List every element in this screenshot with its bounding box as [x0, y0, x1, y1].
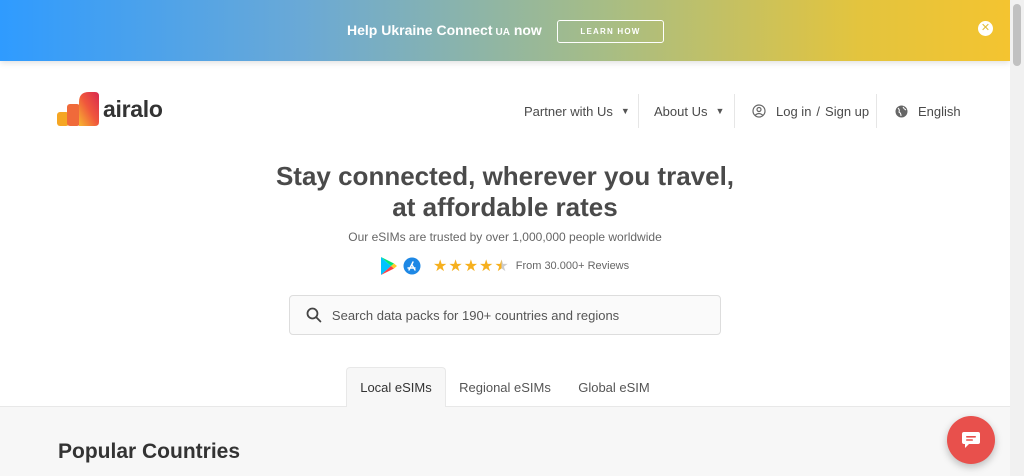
- chevron-down-icon: ▼: [620, 106, 630, 116]
- nav-about-label: About Us: [654, 103, 708, 119]
- learn-how-button[interactable]: LEARN HOW: [557, 20, 664, 43]
- reviews-count: From 30.000+ Reviews: [515, 260, 630, 272]
- close-icon[interactable]: ✕: [978, 21, 993, 36]
- star-icon: ★: [479, 258, 494, 275]
- chevron-down-icon: ▼: [715, 106, 725, 116]
- banner-ua-tag: UA: [495, 27, 510, 38]
- user-icon: [752, 104, 766, 118]
- tab-regional-esims[interactable]: Regional eSIMs: [454, 367, 556, 407]
- nav-login-signup[interactable]: Log in / Sign up: [752, 94, 869, 128]
- rating-row: ★ ★ ★ ★ ★ From 30.000+ Reviews: [380, 255, 629, 277]
- nav-divider: [876, 94, 877, 128]
- nav-about-us[interactable]: About Us ▼: [654, 94, 724, 128]
- login-separator: /: [816, 103, 821, 119]
- page-scrollbar[interactable]: [1010, 0, 1024, 476]
- page-title: Stay connected, wherever you travel, at …: [0, 161, 1010, 223]
- half-star-icon: ★: [494, 258, 509, 275]
- airalo-logo-icon: [57, 92, 99, 126]
- nav-partner-label: Partner with Us: [524, 103, 613, 119]
- page-subtitle: Our eSIMs are trusted by over 1,000,000 …: [348, 230, 662, 244]
- star-icon: ★: [433, 258, 448, 275]
- tab-local-esims[interactable]: Local eSIMs: [346, 367, 446, 407]
- google-play-icon[interactable]: [380, 256, 398, 276]
- promo-banner: Help Ukraine Connect UA now LEARN HOW ✕: [0, 0, 1010, 61]
- language-label: English: [918, 103, 961, 119]
- nav-language[interactable]: English: [895, 94, 961, 128]
- chat-icon: [962, 432, 980, 448]
- globe-icon: [895, 105, 908, 117]
- star-rating: ★ ★ ★ ★ ★: [433, 256, 510, 276]
- search-icon: [306, 307, 322, 323]
- section-title: Popular Countries: [58, 440, 241, 463]
- star-icon: ★: [463, 258, 479, 275]
- banner-tail: now: [513, 22, 542, 38]
- logo[interactable]: airalo: [57, 92, 163, 126]
- scrollbar-thumb[interactable]: [1013, 4, 1021, 66]
- title-line-2: at affordable rates: [392, 192, 618, 222]
- nav-partner-with-us[interactable]: Partner with Us ▼: [524, 94, 630, 128]
- login-link[interactable]: Log in: [776, 104, 811, 119]
- title-line-1: Stay connected, wherever you travel,: [275, 161, 735, 191]
- signup-link[interactable]: Sign up: [825, 104, 869, 119]
- nav-divider: [638, 94, 639, 128]
- chat-button[interactable]: [947, 416, 995, 464]
- star-icon: ★: [448, 258, 463, 275]
- app-store-icon[interactable]: [403, 257, 421, 275]
- banner-message: Help Ukraine Connect: [347, 22, 493, 38]
- tab-global-esim[interactable]: Global eSIM: [568, 367, 660, 407]
- search-input[interactable]: [331, 307, 720, 323]
- search-box[interactable]: [289, 295, 721, 335]
- banner-text: Help Ukraine Connect UA now: [347, 22, 542, 38]
- logo-text: airalo: [103, 95, 163, 122]
- nav-divider: [734, 94, 735, 128]
